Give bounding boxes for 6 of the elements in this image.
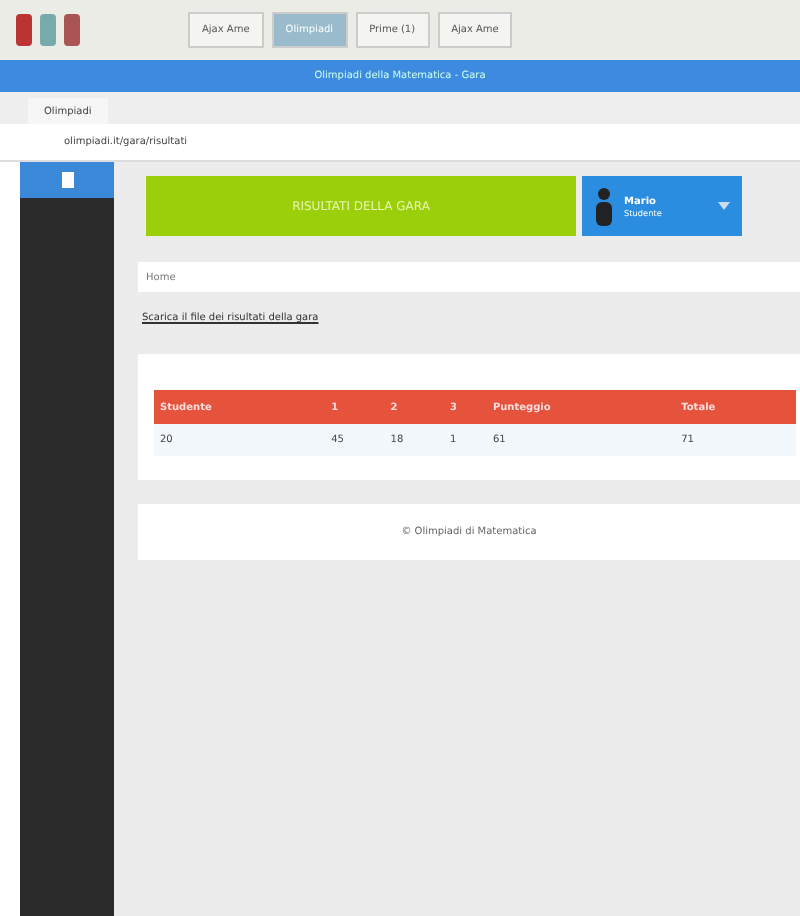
app-icon[interactable] bbox=[64, 14, 80, 46]
app-icon[interactable] bbox=[16, 14, 32, 46]
caret-icon bbox=[718, 202, 730, 210]
user-icon bbox=[594, 186, 614, 226]
app-icon[interactable] bbox=[40, 14, 56, 46]
sidebar-item[interactable] bbox=[20, 162, 114, 198]
